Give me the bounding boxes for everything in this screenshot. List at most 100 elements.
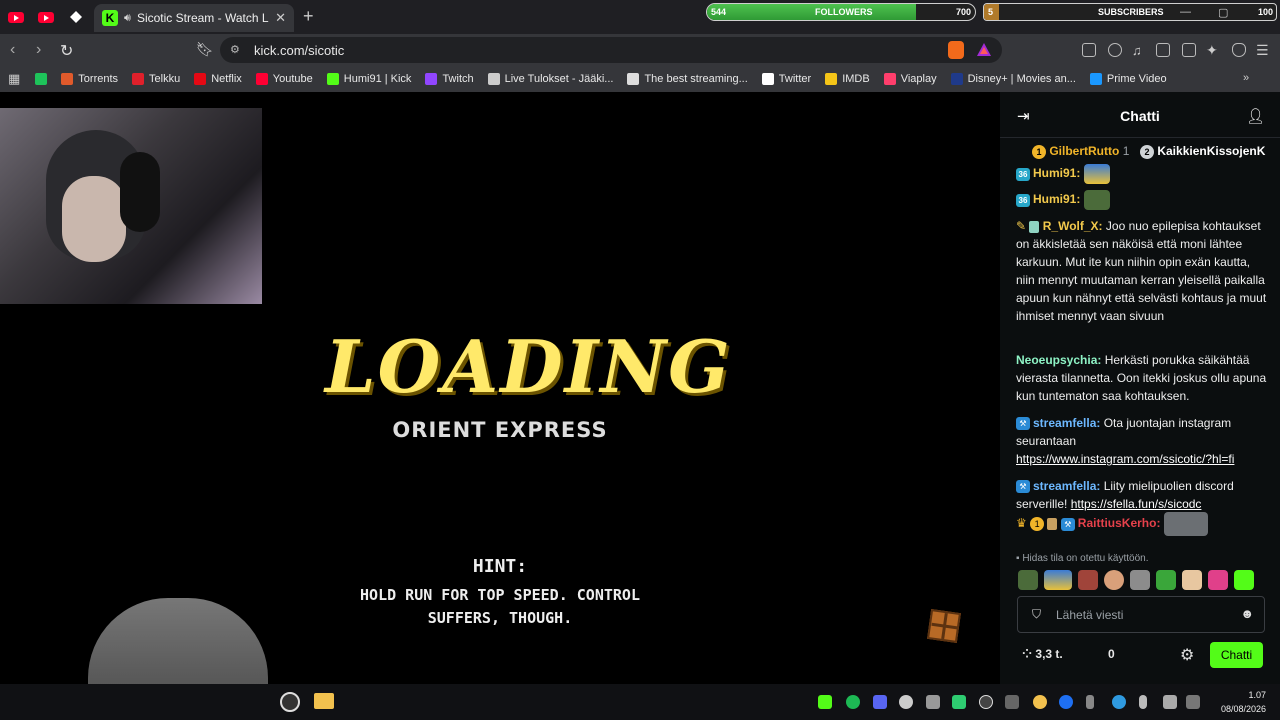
chat-input[interactable]: ⛉ Lähetä viesti ☻	[1017, 596, 1265, 633]
users-icon[interactable]: 👤︎	[1246, 107, 1265, 125]
bookmark-item[interactable]: Telkku	[125, 73, 187, 85]
streamer-webcam	[0, 108, 262, 304]
chat-message: 36 Humi91:	[1016, 164, 1270, 184]
cloud-icon[interactable]	[899, 695, 913, 709]
file-explorer-icon[interactable]	[314, 693, 334, 709]
sidebar-icon[interactable]	[1156, 43, 1170, 57]
bookmark-favicon-icon	[1089, 73, 1102, 85]
pinned-tab-youtube-2[interactable]	[34, 6, 58, 28]
chat-username[interactable]: streamfella:	[1033, 416, 1100, 430]
pinned-tab-youtube[interactable]	[4, 6, 28, 28]
followers-label: FOLLOWERS	[815, 7, 873, 17]
back-icon[interactable]: ‹	[10, 41, 15, 59]
tab-title: Sicotic Stream - Watch Live o	[136, 11, 269, 25]
new-tab-button[interactable]: +	[303, 6, 314, 27]
app-tray-icon[interactable]	[926, 695, 940, 709]
tab-active[interactable]: K 🔊︎ Sicotic Stream - Watch Live o ✕	[94, 4, 294, 32]
send-chat-button[interactable]: Chatti	[1210, 642, 1263, 668]
emote-button[interactable]	[1044, 570, 1072, 590]
chat-username[interactable]: R_Wolf_X:	[1043, 219, 1103, 233]
forward-icon[interactable]: ›	[36, 41, 41, 59]
emote-button[interactable]	[1018, 570, 1038, 590]
emote-button[interactable]	[1156, 570, 1176, 590]
site-info-icon[interactable]: ⚙︎	[230, 43, 240, 56]
bookmark-item[interactable]: Viaplay	[877, 73, 944, 85]
bookmark-item[interactable]: Prime Video	[1083, 73, 1174, 85]
battery-icon[interactable]	[1086, 695, 1094, 709]
pinned-tab-extension[interactable]	[64, 6, 88, 28]
kick-tray-icon[interactable]	[818, 695, 832, 709]
chat-username[interactable]: Humi91:	[1033, 166, 1080, 180]
more-bookmarks-icon[interactable]: »	[1243, 72, 1249, 84]
bookmark-item[interactable]: IMDB	[818, 73, 877, 85]
reload-icon[interactable]: ↻	[60, 41, 73, 61]
tray-icon[interactable]	[1005, 695, 1019, 709]
menu-icon[interactable]: ☰	[1256, 42, 1269, 59]
network-icon[interactable]	[1186, 695, 1200, 709]
emote-button[interactable]	[1208, 570, 1228, 590]
diamond-icon	[70, 11, 82, 23]
bookmark-label: IMDB	[842, 73, 870, 85]
speaker-tray-icon[interactable]	[1163, 695, 1177, 709]
puzzle-icon[interactable]	[1108, 43, 1122, 57]
spotify-icon[interactable]	[846, 695, 860, 709]
bookmark-item[interactable]: Disney+ | Movies an...	[944, 73, 1083, 85]
bluetooth-icon[interactable]	[1059, 695, 1073, 709]
chat-username[interactable]: RaittiusKerho:	[1078, 516, 1161, 530]
extension-icon-1[interactable]	[1082, 43, 1096, 57]
emote-button[interactable]	[1182, 570, 1202, 590]
address-bar[interactable]: ⚙︎ kick.com/sicotic	[220, 37, 1002, 63]
settings-icon[interactable]: ⚙︎	[1180, 645, 1194, 665]
chat-header: ⇥ Chatti 👤︎	[1000, 92, 1280, 138]
wallet-icon[interactable]	[1182, 43, 1196, 57]
game-tray-icon[interactable]	[979, 695, 993, 709]
speaker-icon[interactable]: 🔊︎	[124, 12, 131, 25]
close-icon[interactable]: ✕	[275, 10, 286, 26]
minimize-icon[interactable]: —	[1180, 6, 1191, 18]
chat-username[interactable]: Neoeupsychia:	[1016, 353, 1101, 367]
brave-shield-icon[interactable]	[948, 41, 964, 59]
obs-icon[interactable]	[280, 692, 300, 712]
bot-badge-icon: ⚒	[1016, 480, 1030, 494]
leaderboard-entry-1[interactable]: 1 GilbertRutto 1	[1032, 144, 1129, 159]
chat-username[interactable]: streamfella:	[1033, 479, 1100, 493]
bookmark-item[interactable]: Live Tulokset - Jääki...	[481, 73, 621, 85]
leaderboard-entry-2[interactable]: 2 KaikkienKissojenK	[1140, 144, 1265, 159]
url-text: kick.com/sicotic	[254, 43, 345, 58]
bookmark-item[interactable]: Netflix	[187, 73, 249, 85]
bookmark-icon[interactable]: 🔖︎	[196, 41, 214, 58]
bookmark-item[interactable]: Humi91 | Kick	[320, 73, 419, 85]
chat-panel: ⇥ Chatti 👤︎ 1 GilbertRutto 1 2 KaikkienK…	[1000, 92, 1280, 684]
chat-link[interactable]: https://sfella.fun/s/sicodc	[1071, 497, 1202, 511]
bookmark-item[interactable]: The best streaming...	[620, 73, 754, 85]
stream-player[interactable]: LOADING ORIENT EXPRESS HINT: HOLD RUN FO…	[0, 92, 1000, 684]
brave-rewards-icon[interactable]	[976, 42, 992, 58]
badge-icon	[1029, 220, 1040, 233]
emoji-icon[interactable]: ☻	[1240, 606, 1254, 621]
emote-button[interactable]	[1130, 570, 1150, 590]
apps-grid-icon[interactable]: ▦	[8, 71, 28, 87]
emote-button[interactable]	[1234, 570, 1254, 590]
bookmark-item-rumble[interactable]	[28, 73, 54, 85]
microphone-icon[interactable]	[1139, 695, 1147, 709]
bookmark-item[interactable]: Torrents	[54, 73, 125, 85]
vpn-icon[interactable]	[1232, 43, 1246, 57]
leo-icon[interactable]: ✦	[1206, 42, 1218, 59]
emote-button[interactable]	[1078, 570, 1098, 590]
chat-username[interactable]: Humi91:	[1033, 192, 1080, 206]
music-icon[interactable]: ♫	[1132, 43, 1142, 58]
maximize-icon[interactable]: ▢	[1218, 6, 1228, 19]
emote-button[interactable]	[1104, 570, 1124, 590]
clock[interactable]: 1.07 08/08/2026	[1210, 688, 1266, 716]
bookmark-item[interactable]: Youtube	[249, 73, 320, 85]
bookmark-item[interactable]: Twitter	[755, 73, 818, 85]
discord-icon[interactable]	[873, 695, 887, 709]
tray-icon-yellow[interactable]	[1033, 695, 1047, 709]
edge-icon[interactable]	[1112, 695, 1126, 709]
bookmark-item[interactable]: Twitch	[418, 73, 480, 85]
play-icon[interactable]	[952, 695, 966, 709]
emote-image	[1163, 512, 1208, 536]
chat-link[interactable]: https://www.instagram.com/ssicotic/?hl=f…	[1016, 450, 1270, 468]
followers-progress-fill	[707, 4, 917, 20]
channel-points[interactable]: ⁘ 3,3 t.	[1022, 647, 1063, 661]
